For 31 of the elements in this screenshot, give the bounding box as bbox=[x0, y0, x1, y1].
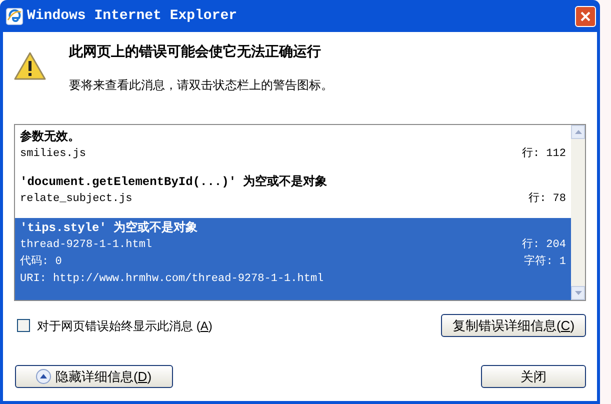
scroll-down-icon[interactable] bbox=[571, 286, 585, 300]
close-dialog-button[interactable]: 关闭 bbox=[481, 365, 586, 388]
file-name: relate_subject.js bbox=[20, 192, 132, 207]
error-message: 'document.getElementById(...)' 为空或不是对象 bbox=[20, 174, 328, 190]
hide-details-button[interactable]: 隐藏详细信息(D) bbox=[15, 365, 173, 388]
error-message: 'tips.style' 为空或不是对象 bbox=[20, 220, 198, 236]
error-item[interactable]: 参数无效。 smilies.js 行: 112 bbox=[15, 128, 571, 173]
close-button[interactable] bbox=[575, 6, 596, 26]
line-number: 行: 204 bbox=[522, 237, 566, 253]
char-position: 字符: 1 bbox=[524, 254, 566, 270]
checkbox-label: 对于网页错误始终显示此消息 (A) bbox=[37, 318, 212, 334]
collapse-icon bbox=[36, 369, 52, 384]
error-uri: URI: http://www.hrmhw.com/thread-9278-1-1.html bbox=[20, 272, 324, 287]
file-name: smilies.js bbox=[20, 147, 86, 162]
checkbox[interactable] bbox=[17, 319, 30, 332]
close-icon bbox=[580, 10, 591, 22]
browser-icon bbox=[6, 8, 23, 24]
warning-icon bbox=[13, 51, 47, 81]
scrollbar[interactable] bbox=[571, 125, 585, 300]
hint-text: 要将来查看此消息，请双击状态栏上的警告图标。 bbox=[69, 77, 333, 94]
error-item[interactable]: 'document.getElementById(...)' 为空或不是对象 relate_subject.js 行: 78 bbox=[15, 173, 571, 218]
file-name: thread-9278-1-1.html bbox=[20, 238, 152, 253]
error-item[interactable]: 'tips.style' 为空或不是对象 thread-9278-1-1.html 行: 204 代码: 0 字符: 1 URI: http://www.hrmhw.com/thread-9278-1-1.html bbox=[15, 218, 571, 300]
line-number: 行: 112 bbox=[522, 146, 566, 162]
scroll-up-icon[interactable] bbox=[571, 125, 585, 139]
error-heading: 此网页上的错误可能会使它无法正确运行 bbox=[69, 42, 322, 61]
error-message: 参数无效。 bbox=[20, 129, 80, 145]
copy-details-button[interactable]: 复制错误详细信息(C) bbox=[441, 314, 586, 337]
line-number: 行: 78 bbox=[528, 191, 566, 207]
error-code: 代码: 0 bbox=[20, 254, 62, 270]
window-title: Windows Internet Explorer bbox=[27, 6, 238, 26]
